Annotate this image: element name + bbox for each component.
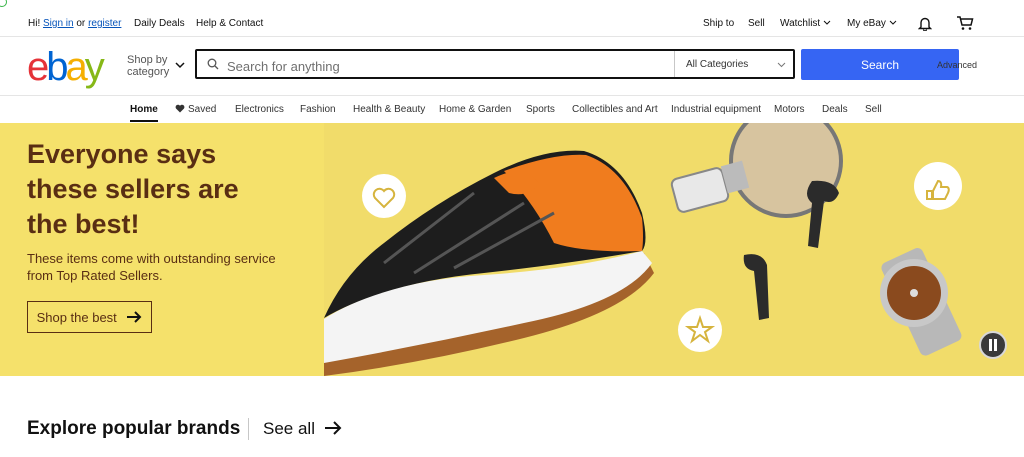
help-contact-link[interactable]: Help & Contact	[196, 18, 263, 29]
carousel-pause-button[interactable]	[979, 331, 1007, 359]
logo-letter-b: b	[46, 45, 68, 89]
logo-letter-y: y	[84, 45, 105, 89]
see-all-link[interactable]: See all	[263, 419, 342, 439]
search-button[interactable]: Search	[801, 49, 959, 80]
chevron-down-icon	[823, 21, 831, 26]
cart-icon[interactable]	[956, 15, 974, 31]
greeting-area: Hi! Sign in or register	[28, 18, 121, 29]
sell-link[interactable]: Sell	[748, 18, 765, 29]
logo-letter-a: a	[65, 45, 88, 89]
sign-in-link[interactable]: Sign in	[43, 18, 74, 29]
hero-product-illustration	[324, 123, 1024, 376]
shop-by-line1: Shop by	[127, 54, 168, 66]
logo-letter-e: e	[27, 45, 49, 89]
hero-subtitle: These items come with outstanding servic…	[27, 251, 276, 283]
header: ebay Shop by category All Categories Sea…	[0, 37, 1024, 96]
nav-item-health-beauty[interactable]: Health & Beauty	[353, 104, 425, 115]
shop-by-category-button[interactable]: Shop by category	[127, 54, 185, 78]
or-text: or	[76, 18, 86, 29]
register-link[interactable]: register	[88, 18, 121, 29]
search-icon	[207, 58, 219, 70]
heading-separator	[248, 418, 249, 440]
top-bar: Hi! Sign in or register Daily Deals Help…	[0, 12, 1024, 37]
shop-the-best-button[interactable]: Shop the best	[27, 301, 152, 333]
greeting-text: Hi!	[28, 18, 41, 29]
arrow-right-icon	[127, 310, 142, 323]
pause-icon	[989, 339, 997, 351]
shop-the-best-label: Shop the best	[36, 309, 117, 325]
nav-item-sell[interactable]: Sell	[865, 104, 882, 115]
hero-banner[interactable]: Everyone says these sellers are the best…	[0, 123, 1024, 376]
chevron-down-icon	[175, 62, 185, 69]
nav-item-home-garden[interactable]: Home & Garden	[439, 104, 511, 115]
category-select[interactable]: All Categories	[674, 51, 794, 77]
heart-icon	[175, 104, 185, 113]
shop-by-line2: category	[127, 66, 170, 78]
nav-item-deals[interactable]: Deals	[822, 104, 848, 115]
watchlist-menu[interactable]: Watchlist	[780, 18, 831, 29]
hero-title: Everyone says these sellers are the best…	[27, 139, 239, 239]
nav-item-saved-label: Saved	[188, 104, 217, 115]
my-ebay-label: My eBay	[847, 18, 886, 29]
daily-deals-link[interactable]: Daily Deals	[134, 18, 185, 29]
ship-to-link[interactable]: Ship to	[703, 18, 734, 29]
chevron-down-icon	[777, 62, 786, 68]
hero-text-block: Everyone says these sellers are the best…	[27, 137, 277, 284]
nav-item-sports[interactable]: Sports	[526, 104, 555, 115]
my-ebay-menu[interactable]: My eBay	[847, 18, 897, 29]
advanced-search-link[interactable]: Advanced	[937, 60, 977, 70]
nav-item-collectibles[interactable]: Collectibles and Art	[572, 104, 658, 115]
category-select-value: All Categories	[686, 59, 749, 70]
nav-item-motors[interactable]: Motors	[774, 104, 805, 115]
arrow-right-icon	[324, 421, 342, 435]
category-nav: Home Saved Electronics Fashion Health & …	[0, 96, 1024, 122]
nav-item-electronics[interactable]: Electronics	[235, 104, 284, 115]
search-input[interactable]	[225, 55, 669, 77]
see-all-label: See all	[263, 419, 315, 438]
nav-item-fashion[interactable]: Fashion	[300, 104, 336, 115]
search-box: All Categories	[195, 49, 795, 79]
status-dot	[0, 0, 7, 7]
chevron-down-icon	[889, 21, 897, 26]
explore-brands-heading: Explore popular brands	[27, 418, 241, 439]
nav-item-industrial[interactable]: Industrial equipment	[671, 104, 761, 115]
nav-item-home[interactable]: Home	[130, 104, 158, 122]
ebay-logo[interactable]: ebay	[27, 45, 105, 89]
nav-item-saved[interactable]: Saved	[175, 104, 216, 115]
bell-icon[interactable]	[918, 16, 932, 31]
watchlist-label: Watchlist	[780, 18, 821, 29]
